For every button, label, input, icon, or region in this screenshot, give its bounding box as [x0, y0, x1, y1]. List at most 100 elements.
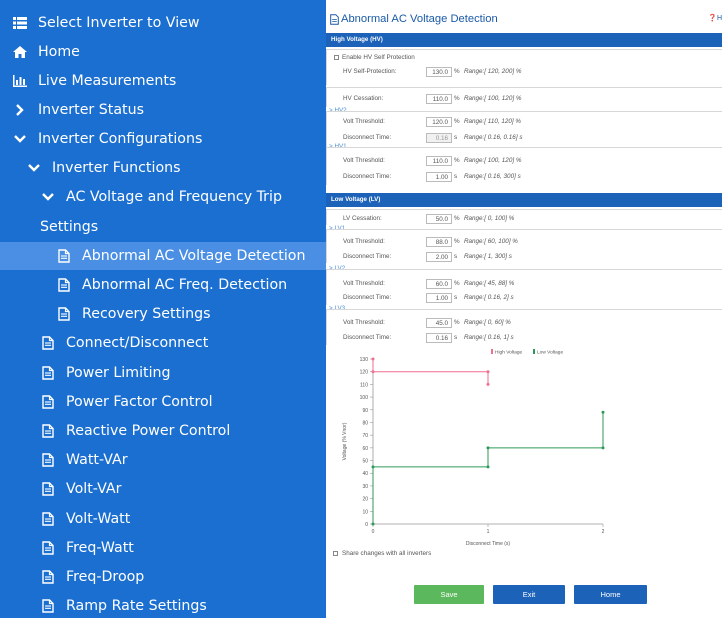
- sidebar-item-inverter-status[interactable]: Inverter Status: [0, 96, 326, 124]
- sidebar-item-recovery-settings[interactable]: Recovery Settings: [0, 300, 326, 328]
- sidebar-item-label: Abnormal AC Voltage Detection: [82, 248, 306, 264]
- sidebar-item-connect-disconnect[interactable]: Connect/Disconnect: [0, 329, 326, 357]
- document-icon: [56, 248, 72, 264]
- sidebar-item-volt-watt[interactable]: Volt-Watt: [0, 505, 326, 533]
- unit-label: s: [454, 253, 458, 260]
- exit-button[interactable]: Exit: [493, 585, 565, 604]
- range-text: Range:[ 0.16, 300] s: [464, 173, 521, 180]
- unit-label: s: [454, 134, 458, 141]
- sidebar-item-home[interactable]: Home: [0, 38, 326, 66]
- lv2-time-label: Disconnect Time:: [343, 294, 392, 301]
- sidebar-item-label: Inverter Configurations: [38, 131, 203, 147]
- bar-chart-icon: [12, 73, 28, 89]
- sidebar-item-label: Abnormal AC Freq. Detection: [82, 277, 288, 293]
- lv3-threshold-input[interactable]: 45.0: [426, 318, 452, 328]
- sidebar-item-label: Home: [38, 44, 80, 60]
- y-tick-label: 0: [365, 522, 368, 528]
- sidebar-item-power-limiting[interactable]: Power Limiting: [0, 359, 326, 387]
- sidebar-item-label: Reactive Power Control: [66, 423, 231, 439]
- y-tick-label: 110: [360, 382, 368, 388]
- lv-section-header: Low Voltage (LV): [326, 193, 722, 207]
- document-icon: [40, 423, 56, 439]
- lv-cessation-input[interactable]: 50.0: [426, 214, 452, 224]
- hv2-time-input[interactable]: 0.16: [426, 133, 452, 143]
- home-icon: [12, 44, 28, 60]
- sidebar-item-watt-var[interactable]: Watt-VAr: [0, 446, 326, 474]
- hv2-time-label: Disconnect Time:: [343, 134, 392, 141]
- home-button[interactable]: Home: [574, 585, 647, 604]
- unit-label: %: [454, 95, 460, 102]
- hv-cessation-input[interactable]: 110.0: [426, 94, 452, 104]
- y-tick-label: 20: [362, 497, 368, 503]
- range-text: Range:[ 0, 60] %: [464, 319, 511, 326]
- hv-self-protection-input[interactable]: 130.0: [426, 67, 452, 77]
- lv1-time-input[interactable]: 2.00: [426, 252, 452, 262]
- sidebar-item-label: Inverter Functions: [52, 160, 181, 176]
- y-tick-label: 70: [362, 433, 368, 439]
- sidebar-item-inverter-configurations[interactable]: Inverter Configurations: [0, 125, 326, 153]
- share-changes-label: Share changes with all inverters: [342, 550, 432, 557]
- sidebar-item-ac-voltage-frequency-trip[interactable]: AC Voltage and Frequency Trip: [0, 183, 326, 211]
- sidebar-item-reactive-power-control[interactable]: Reactive Power Control: [0, 417, 326, 445]
- sidebar-item-abnormal-ac-voltage-detection[interactable]: Abnormal AC Voltage Detection: [0, 242, 326, 270]
- chevron-down-icon: [12, 131, 28, 147]
- save-button[interactable]: Save: [414, 585, 484, 604]
- lv2-threshold-label: Volt Threshold:: [343, 280, 385, 287]
- y-tick-label: 130: [360, 357, 369, 363]
- sidebar-item-power-factor-control[interactable]: Power Factor Control: [0, 388, 326, 416]
- sidebar-item-label: Power Limiting: [66, 365, 171, 381]
- sidebar-item-volt-var[interactable]: Volt-VAr: [0, 475, 326, 503]
- x-tick-label: 1: [487, 529, 490, 535]
- sidebar-item-abnormal-ac-freq-detection[interactable]: Abnormal AC Freq. Detection: [0, 271, 326, 299]
- y-tick-label: 100: [360, 395, 369, 401]
- chevron-down-icon: [40, 189, 56, 205]
- range-text: Range:[ 0.16, 1] s: [464, 334, 514, 341]
- hv-cessation-group: [326, 87, 722, 107]
- document-icon: [56, 306, 72, 322]
- y-tick-label: 60: [362, 446, 368, 452]
- hv1-threshold-label: Volt Threshold:: [343, 157, 385, 164]
- help-link[interactable]: ❓H: [708, 14, 722, 22]
- sidebar-item-inverter-functions[interactable]: Inverter Functions: [0, 154, 326, 182]
- data-point: [486, 382, 490, 386]
- y-tick-label: 120: [360, 370, 369, 376]
- unit-label: s: [454, 294, 458, 301]
- lv1-threshold-input[interactable]: 88.0: [426, 237, 452, 247]
- lv2-threshold-input[interactable]: 60.0: [426, 279, 452, 289]
- x-tick-label: 0: [372, 529, 375, 535]
- sidebar-item-select-inverter[interactable]: Select Inverter to View: [0, 9, 326, 37]
- share-changes-checkbox[interactable]: [333, 551, 338, 556]
- lv2-time-input[interactable]: 1.00: [426, 293, 452, 303]
- legend-swatch: [533, 349, 535, 354]
- unit-label: s: [454, 334, 458, 341]
- sidebar-item-freq-watt[interactable]: Freq-Watt: [0, 534, 326, 562]
- sidebar-item-freq-droop[interactable]: Freq-Droop: [0, 563, 326, 591]
- unit-label: %: [454, 118, 460, 125]
- sidebar-item-ramp-rate-settings[interactable]: Ramp Rate Settings: [0, 592, 326, 618]
- lv1-threshold-label: Volt Threshold:: [343, 238, 385, 245]
- unit-label: s: [454, 173, 458, 180]
- sidebar-item-label: Select Inverter to View: [38, 15, 200, 31]
- range-text: Range:[ 0.16, 0.16] s: [464, 134, 523, 141]
- help-label: H: [716, 15, 722, 22]
- unit-label: %: [454, 319, 460, 326]
- voltage-trip-chart: 0 10 20 30 40 50 60 70 80 90 100 110 120 130 0 1 2 Discon…: [342, 349, 605, 546]
- sidebar-item-live-measurements[interactable]: Live Measurements: [0, 67, 326, 95]
- range-text: Range:[ 1, 300] s: [464, 253, 512, 260]
- lv3-time-input[interactable]: 0.16: [426, 333, 452, 343]
- data-point: [601, 446, 605, 450]
- hv1-time-input[interactable]: 1.00: [426, 172, 452, 182]
- lv1-time-label: Disconnect Time:: [343, 253, 392, 260]
- range-text: Range:[ 120, 200] %: [464, 68, 522, 75]
- sidebar: Select Inverter to View Home Live Measur…: [0, 0, 326, 618]
- data-point: [486, 446, 490, 450]
- data-point: [371, 465, 375, 469]
- y-tick-label: 50: [362, 459, 368, 465]
- document-icon: [40, 335, 56, 351]
- sidebar-item-label: Recovery Settings: [82, 306, 211, 322]
- hv2-threshold-input[interactable]: 120.0: [426, 117, 452, 127]
- sidebar-item-settings-continuation[interactable]: Settings: [0, 213, 326, 241]
- enable-hv-self-protection-checkbox[interactable]: [334, 55, 339, 60]
- sidebar-item-label: Watt-VAr: [66, 452, 128, 468]
- hv1-threshold-input[interactable]: 110.0: [426, 156, 452, 166]
